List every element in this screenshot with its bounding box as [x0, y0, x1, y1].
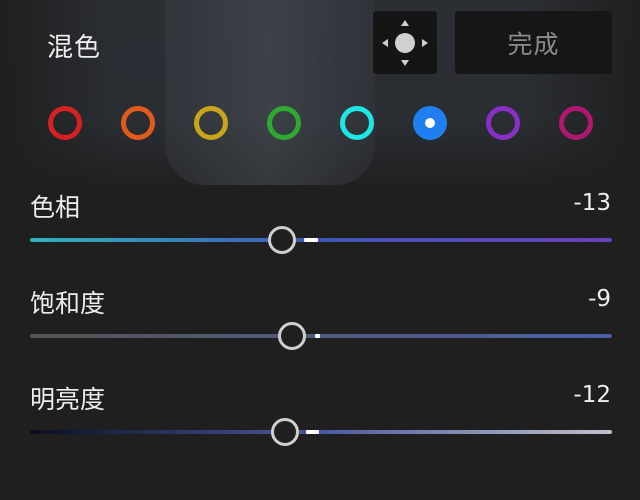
hue-default-tick	[304, 238, 318, 242]
swatch-blue[interactable]	[413, 106, 447, 140]
saturation-slider-track[interactable]	[30, 334, 612, 338]
swatch-magenta[interactable]	[559, 106, 593, 140]
panel-title: 混色	[47, 33, 102, 63]
saturation-label: 饱和度	[30, 289, 106, 318]
luminance-slider-thumb[interactable]	[271, 418, 299, 446]
hue-value: -13	[573, 190, 611, 216]
hue-control: 色相 -13	[0, 188, 640, 268]
saturation-control: 饱和度 -9	[0, 284, 640, 364]
color-swatch-row	[0, 100, 640, 150]
saturation-slider-thumb[interactable]	[278, 322, 306, 350]
luminance-label: 明亮度	[30, 385, 106, 414]
target-adjustment-button[interactable]	[373, 11, 437, 74]
hue-label: 色相	[30, 193, 81, 222]
luminance-slider-track[interactable]	[30, 430, 612, 434]
swatch-purple[interactable]	[486, 106, 520, 140]
luminance-control: 明亮度 -12	[0, 380, 640, 460]
hue-slider-track[interactable]	[30, 238, 612, 242]
saturation-default-tick	[315, 334, 320, 338]
swatch-orange[interactable]	[121, 106, 155, 140]
swatch-yellow[interactable]	[194, 106, 228, 140]
luminance-default-tick	[306, 430, 319, 434]
swatch-red[interactable]	[48, 106, 82, 140]
move-target-icon	[382, 20, 428, 66]
hue-slider-thumb[interactable]	[268, 226, 296, 254]
luminance-value: -12	[573, 382, 611, 408]
top-bar: 混色 完成	[0, 0, 640, 90]
saturation-value: -9	[588, 286, 611, 312]
swatch-green[interactable]	[267, 106, 301, 140]
done-button[interactable]: 完成	[455, 11, 612, 74]
swatch-aqua[interactable]	[340, 106, 374, 140]
